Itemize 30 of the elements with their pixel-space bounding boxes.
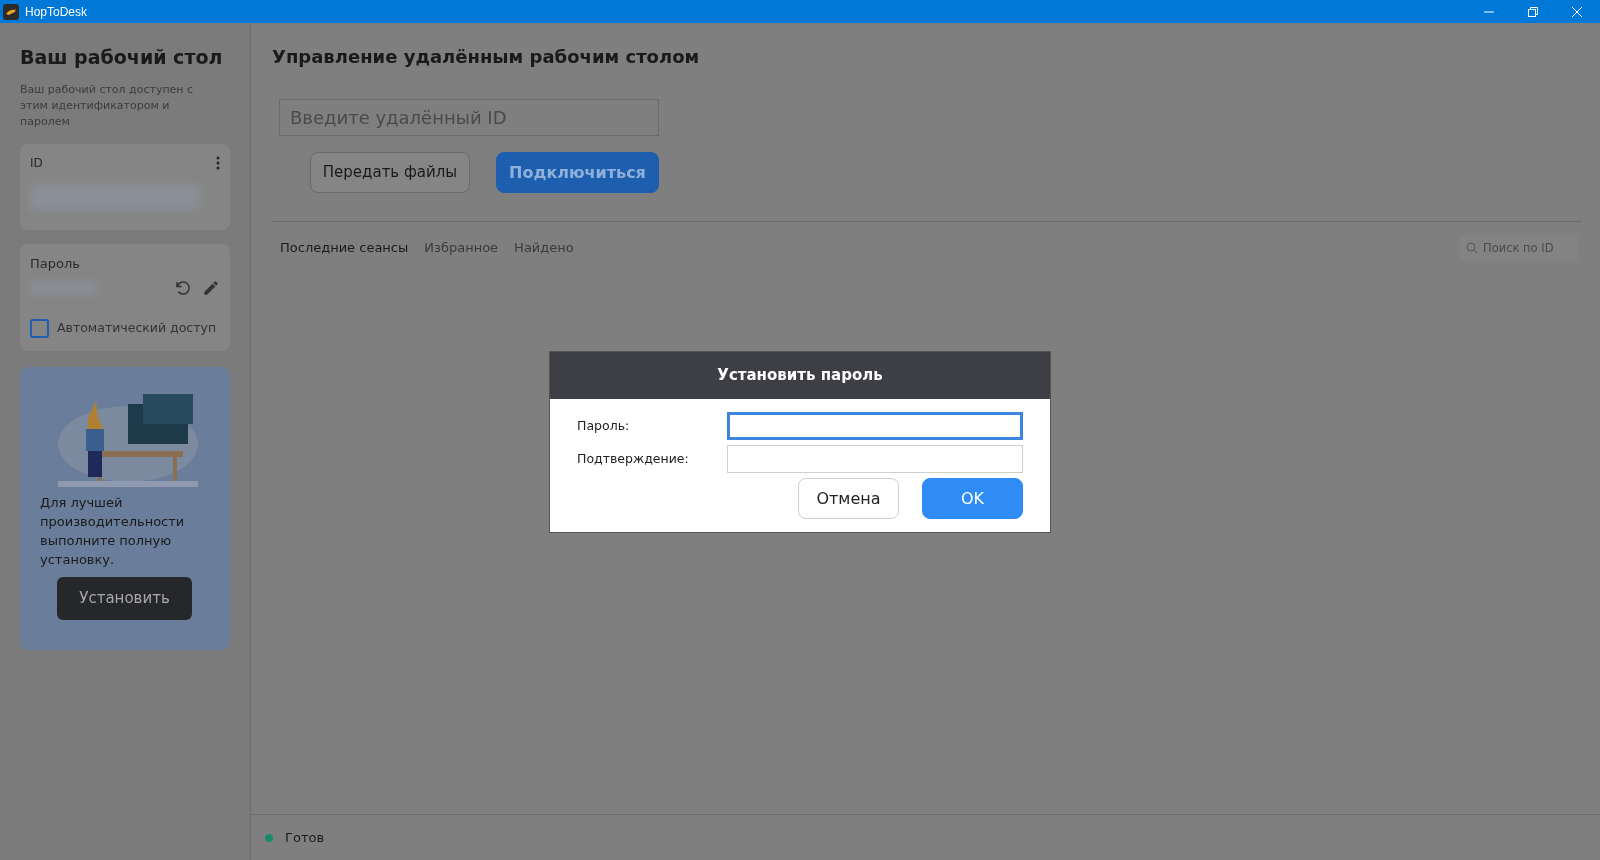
status-text: Готов: [285, 828, 325, 847]
tab[interactable]: Избранное: [416, 234, 507, 262]
password-field[interactable]: [727, 412, 1023, 440]
field-label: Подтверждение:: [577, 449, 690, 468]
dialog-title: Установить пароль: [717, 365, 883, 387]
secondary-button[interactable]: Отмена: [798, 478, 899, 519]
checkbox[interactable]: [30, 319, 49, 338]
password-label: Пароль: [30, 254, 81, 273]
sidebar-description: Ваш рабочий стол доступен с этим идентификатором и паролем: [20, 81, 195, 130]
restore-icon[interactable]: [1527, 5, 1539, 18]
search-icon: [1466, 242, 1478, 254]
search-field[interactable]: Поиск по ID: [1460, 235, 1578, 261]
tab[interactable]: Последние сеансы: [272, 234, 417, 262]
secondary-button[interactable]: Передать файлы: [310, 152, 470, 193]
id-label: ID: [30, 154, 43, 172]
tab[interactable]: Найдено: [506, 234, 582, 262]
primary-button[interactable]: OK: [922, 478, 1023, 519]
field-label: Пароль:: [577, 416, 631, 435]
main-title: Управление удалённым рабочим столом: [272, 45, 701, 69]
checkbox-label: Автоматический доступ: [57, 319, 217, 338]
sidebar-title: Ваш рабочий стол: [20, 45, 224, 70]
install-button[interactable]: Установить: [57, 576, 192, 620]
window-title: HopToDesk: [25, 3, 88, 21]
edit-icon[interactable]: [202, 279, 220, 297]
close-icon[interactable]: [1571, 5, 1583, 18]
promo-text: Для лучшей производительности выполните полную установку.: [40, 493, 186, 569]
refresh-icon[interactable]: [174, 279, 192, 297]
primary-button[interactable]: Подключиться: [496, 152, 659, 193]
more-icon[interactable]: [216, 155, 220, 170]
password-field[interactable]: [727, 445, 1023, 473]
